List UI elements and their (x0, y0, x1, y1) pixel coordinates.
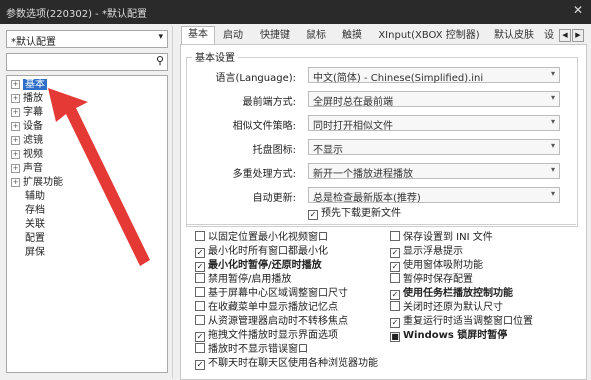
annotation-arrow-icon (48, 88, 150, 266)
arrow-shape (48, 88, 150, 266)
